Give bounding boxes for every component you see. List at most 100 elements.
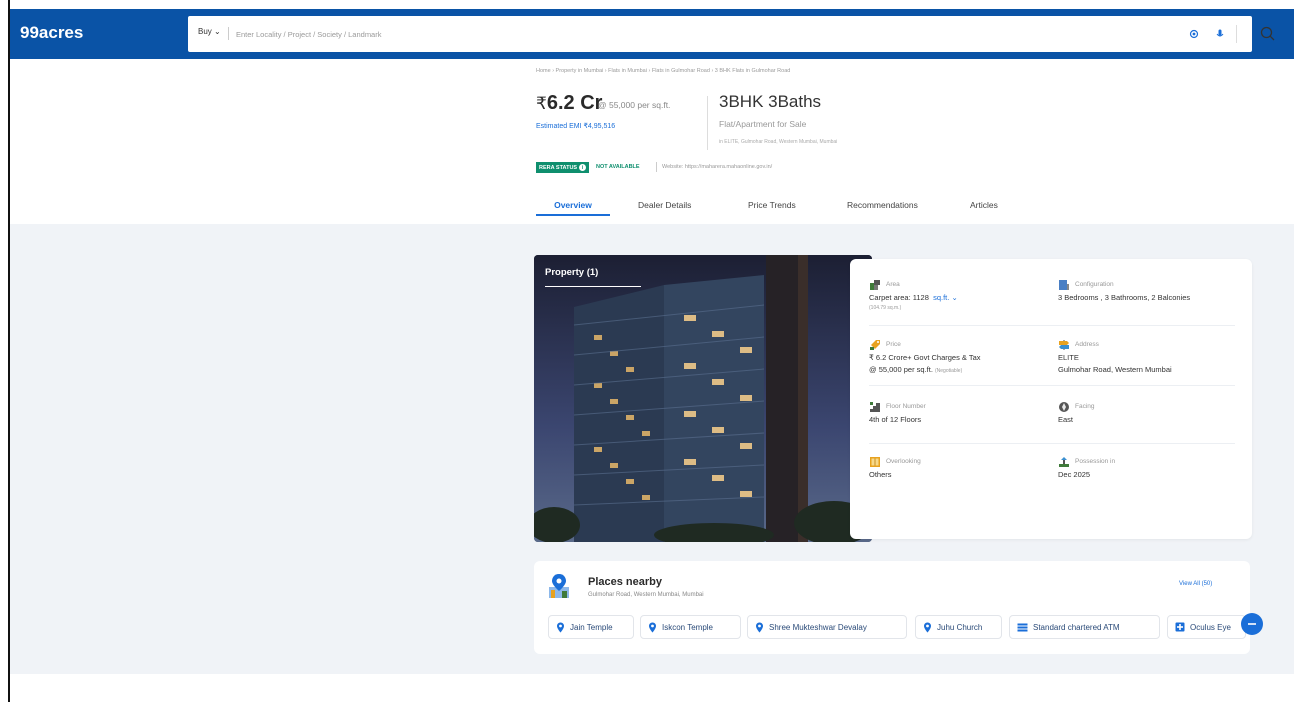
pin-icon [649,622,656,632]
search-divider [228,27,229,40]
places-title: Places nearby [588,576,662,588]
top-navbar: 99acres Buy ⌄ [10,9,1294,59]
area-unit-label: sq.ft. [933,293,950,302]
frame-left [0,0,10,702]
floor-label: Floor Number [886,403,926,410]
price-amount: 6.2 Cr [546,92,603,114]
overlooking-value: Others [869,470,892,479]
place-chip-iskcon-temple[interactable]: Iskcon Temple [640,615,741,639]
tab-articles[interactable]: Articles [970,196,998,214]
scroll-right-button[interactable] [1241,613,1263,635]
rera-badge-label: RERA STATUS [539,164,578,171]
area-carpet: Carpet area: 1128 [869,293,929,302]
listing-address: in ELITE, Gulmohar Road, Western Mumbai,… [719,139,838,145]
place-chip-label: Standard chartered ATM [1033,622,1120,632]
place-chip-shree-mukteshwar-devalay[interactable]: Shree Mukteshwar Devalay [747,615,907,639]
tab-recommendations[interactable]: Recommendations [847,196,918,214]
pin-icon [924,622,931,632]
facing-label: Facing [1075,403,1095,410]
tab-price-trends[interactable]: Price Trends [748,196,796,214]
place-chip-label: Shree Mukteshwar Devalay [769,622,867,632]
rera-badge: RERA STATUS i [536,162,590,173]
rera-website[interactable]: Website: https://maharera.mahaonline.gov… [662,164,772,170]
rera-divider [656,162,657,172]
tab-overview[interactable]: Overview [536,196,610,216]
building-illustration [534,255,872,542]
place-chip-label: Jain Temple [570,622,613,632]
search-icon[interactable] [1258,24,1278,44]
overlooking-label: Overlooking [886,458,921,465]
address-label: Address [1075,341,1099,348]
divider [869,325,1235,326]
place-chip-juhu-church[interactable]: Juhu Church [915,615,1002,639]
search-bar: Buy ⌄ [188,16,1275,52]
emi-link[interactable]: Estimated EMI ₹4,95,516 [536,122,615,130]
chevron-down-icon: ⌄ [951,293,958,302]
price-value: ₹6.2 Cr [536,92,602,115]
microphone-icon[interactable] [1212,26,1228,42]
hospital-icon [1175,622,1185,632]
configuration-icon [1059,280,1069,290]
atm-icon [1017,623,1028,631]
area-icon [870,280,880,290]
buy-dropdown[interactable]: Buy ⌄ [198,27,221,36]
search-input[interactable] [236,26,936,42]
rera-status: NOT AVAILABLE [596,164,640,170]
property-photo-count: Property (1) [545,267,599,278]
site-logo[interactable]: 99acres [20,23,83,43]
minus-icon [1248,623,1256,625]
price-detail-per-sqft: @ 55,000 per sq.ft. (Negotiable) [869,365,962,374]
places-nearby-card: Places nearby Gulmohar Road, Western Mum… [534,561,1250,654]
address-locality: Gulmohar Road, Western Mumbai [1058,365,1172,374]
pin-icon [756,622,763,632]
listing-title: 3BHK 3Baths [719,92,822,111]
window-icon [870,457,880,467]
area-unit-dropdown[interactable]: sq.ft. ⌄ [933,293,958,302]
chevron-down-icon: ⌄ [214,27,221,36]
frame-top [0,0,1294,9]
tab-dealer-details[interactable]: Dealer Details [638,196,691,214]
view-all-link[interactable]: View All (50) [1179,581,1212,587]
price-detail-value: ₹ 6.2 Crore+ Govt Charges & Tax [869,353,981,362]
price-label: Price [886,341,901,348]
place-chip-label: Juhu Church [937,622,983,632]
price-detail-per-sqft-value: @ 55,000 per sq.ft. [869,365,933,374]
info-icon[interactable]: i [579,164,587,171]
possession-value: Dec 2025 [1058,470,1091,479]
rupee-symbol: ₹ [536,94,547,113]
breadcrumb[interactable]: Home › Property in Mumbai › Flats in Mum… [536,68,790,74]
map-location-icon [549,574,569,598]
possession-icon [1059,457,1069,467]
configuration-value: 3 Bedrooms , 3 Bathrooms, 2 Balconies [1058,293,1191,302]
place-chip-jain-temple[interactable]: Jain Temple [548,615,634,639]
pin-icon [557,622,564,632]
area-label: Area [886,281,900,288]
configuration-label: Configuration [1075,281,1114,288]
facing-value: East [1058,415,1074,424]
floor-stairs-icon [870,402,880,412]
area-sqm: (104.79 sq.m.) [869,305,902,311]
places-subtitle: Gulmohar Road, Western Mumbai, Mumbai [588,592,704,598]
negotiable-tag: (Negotiable) [935,368,963,374]
header-vertical-divider [707,96,708,150]
bottom-section [10,674,1294,702]
area-value: Carpet area: 1128 sq.ft. ⌄ [869,293,958,302]
possession-label: Possession in [1075,458,1116,465]
location-target-icon[interactable] [1186,26,1202,42]
property-label-underline [545,286,641,287]
price-per-sqft: @ 55,000 per sq.ft. [598,100,671,110]
compass-icon [1059,402,1069,412]
floor-value: 4th of 12 Floors [869,415,922,424]
address-project: ELITE [1058,353,1079,362]
place-chip-label: Oculus Eye [1190,622,1231,632]
place-chip-standard-chartered-atm[interactable]: Standard chartered ATM [1009,615,1160,639]
property-image[interactable]: Property (1) [534,255,872,542]
address-signpost-icon [1059,340,1069,350]
divider [869,443,1235,444]
header-divider [1236,25,1237,43]
place-chip-oculus-eye[interactable]: Oculus Eye [1167,615,1246,639]
place-chip-label: Iskcon Temple [662,622,713,632]
price-tag-icon [870,340,880,350]
listing-subtitle: Flat/Apartment for Sale [719,119,807,129]
buy-label: Buy [198,27,212,36]
